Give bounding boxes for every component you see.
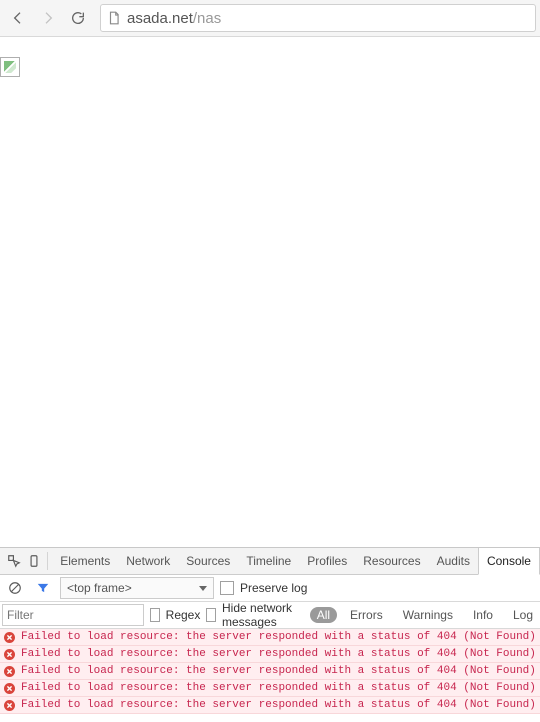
preserve-log-label: Preserve log: [240, 581, 307, 595]
separator: [47, 552, 48, 570]
console-error-text: Failed to load resource: the server resp…: [21, 648, 536, 660]
preserve-log-checkbox[interactable]: [220, 581, 234, 595]
clear-icon: [8, 581, 22, 595]
console-error-text: Failed to load resource: the server resp…: [21, 699, 536, 711]
filter-input[interactable]: [3, 608, 166, 622]
console-output: Failed to load resource: the server resp…: [0, 629, 540, 714]
arrow-right-icon: [40, 10, 56, 26]
level-all[interactable]: All: [310, 607, 337, 623]
console-error-text: Failed to load resource: the server resp…: [21, 682, 536, 694]
console-error-row[interactable]: Failed to load resource: the server resp…: [0, 646, 540, 663]
error-icon: [4, 649, 15, 660]
frame-selector[interactable]: <top frame>: [60, 577, 214, 599]
frame-selector-value: <top frame>: [67, 581, 132, 595]
error-icon: [4, 700, 15, 711]
broken-image-icon: [0, 57, 20, 77]
error-icon: [4, 666, 15, 677]
tab-sources[interactable]: Sources: [178, 548, 238, 574]
address-bar[interactable]: asada.net/nas: [100, 4, 536, 32]
back-button[interactable]: [4, 4, 32, 32]
url-path: /nas: [193, 10, 221, 27]
error-icon: [4, 632, 15, 643]
url-text: asada.net/nas: [127, 10, 221, 27]
filter-toggle-button[interactable]: [32, 577, 54, 599]
clear-console-button[interactable]: [4, 577, 26, 599]
tab-audits[interactable]: Audits: [429, 548, 478, 574]
inspect-icon: [7, 554, 21, 568]
console-error-row[interactable]: Failed to load resource: the server resp…: [0, 629, 540, 646]
browser-toolbar: asada.net/nas: [0, 0, 540, 37]
tab-elements[interactable]: Elements: [52, 548, 118, 574]
regex-label: Regex: [166, 608, 201, 622]
devtools-tabrow: Elements Network Sources Timeline Profil…: [0, 548, 540, 575]
reload-icon: [70, 10, 86, 26]
filter-icon: [36, 581, 50, 595]
tab-console[interactable]: Console: [478, 548, 540, 575]
tab-resources[interactable]: Resources: [355, 548, 428, 574]
console-filterbar: Regex Hide network messages All Errors W…: [0, 602, 540, 629]
filter-input-wrap: [2, 604, 144, 626]
page-content: [0, 37, 540, 547]
console-error-row[interactable]: Failed to load resource: the server resp…: [0, 697, 540, 714]
error-icon: [4, 683, 15, 694]
arrow-left-icon: [10, 10, 26, 26]
console-error-row[interactable]: Failed to load resource: the server resp…: [0, 663, 540, 680]
device-mode-button[interactable]: [24, 550, 44, 572]
url-host: asada.net: [127, 10, 193, 27]
tab-network[interactable]: Network: [118, 548, 178, 574]
inspect-element-button[interactable]: [4, 550, 24, 572]
level-errors[interactable]: Errors: [343, 607, 390, 623]
device-icon: [27, 554, 41, 568]
page-icon: [107, 11, 121, 25]
hide-network-checkbox[interactable]: [206, 608, 216, 622]
console-error-row[interactable]: Failed to load resource: the server resp…: [0, 680, 540, 697]
console-subbar: <top frame> Preserve log: [0, 575, 540, 602]
console-error-text: Failed to load resource: the server resp…: [21, 631, 536, 643]
level-log[interactable]: Log: [506, 607, 540, 623]
tab-profiles[interactable]: Profiles: [299, 548, 355, 574]
tab-timeline[interactable]: Timeline: [238, 548, 299, 574]
level-warnings[interactable]: Warnings: [396, 607, 460, 623]
regex-checkbox[interactable]: [150, 608, 160, 622]
forward-button[interactable]: [34, 4, 62, 32]
chevron-down-icon: [199, 586, 207, 591]
hide-network-label: Hide network messages: [222, 601, 304, 629]
level-info[interactable]: Info: [466, 607, 500, 623]
devtools-panel: Elements Network Sources Timeline Profil…: [0, 547, 540, 714]
reload-button[interactable]: [64, 4, 92, 32]
console-error-text: Failed to load resource: the server resp…: [21, 665, 536, 677]
